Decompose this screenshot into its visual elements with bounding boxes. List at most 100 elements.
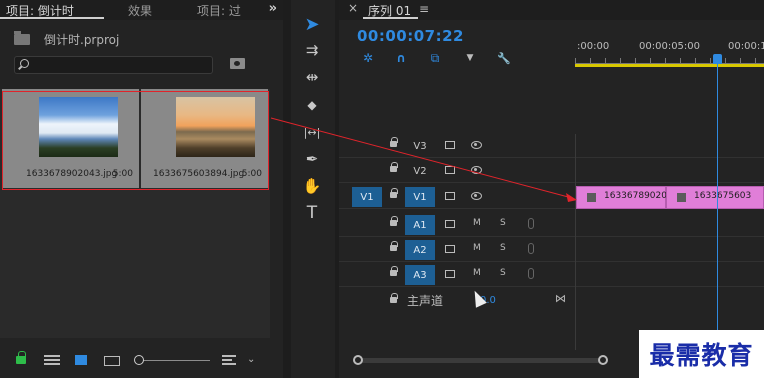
timeline-clip-label: 1633675603: [694, 191, 752, 201]
track-header-v3: V3: [339, 134, 575, 158]
project-panel: 项目: 倒计时 效果 项目: 过 » 倒计时.prproj 1633678902…: [0, 0, 283, 378]
project-folder-icon: [14, 31, 30, 45]
track-header-a3: A3 M S: [339, 263, 575, 287]
microphone-icon[interactable]: [528, 243, 534, 254]
new-search-bin-icon[interactable]: [230, 58, 245, 69]
sync-lock-icon[interactable]: [445, 245, 455, 253]
track-lane-v3[interactable]: [576, 134, 764, 158]
add-marker-icon[interactable]: ▼: [462, 50, 478, 66]
timeline-tab-bar: × 序列 01 ≡: [339, 0, 764, 20]
ruler-label: 00:00:1: [728, 41, 764, 52]
razor-tool-icon[interactable]: ◆: [301, 94, 323, 116]
lock-icon[interactable]: [390, 241, 398, 251]
snap-icon[interactable]: ∩: [393, 50, 409, 66]
lock-icon[interactable]: [390, 137, 398, 147]
active-tab-underline: [363, 17, 418, 19]
icon-view-icon[interactable]: [75, 355, 87, 365]
nest-icon[interactable]: ✲: [360, 50, 376, 66]
playhead-timecode[interactable]: 00:00:07:22: [357, 27, 464, 45]
work-area-bar[interactable]: [575, 64, 764, 67]
track-name[interactable]: A2: [405, 240, 435, 260]
eye-icon[interactable]: [471, 141, 482, 149]
premiere-window: 项目: 倒计时 效果 项目: 过 » 倒计时.prproj 1633678902…: [0, 0, 764, 378]
solo-button[interactable]: S: [500, 218, 506, 228]
project-file-name: 倒计时.prproj: [44, 33, 120, 47]
panel-menu-icon[interactable]: ≡: [419, 2, 429, 16]
selection-highlight-box: [2, 91, 269, 190]
sync-lock-icon[interactable]: [445, 270, 455, 278]
ruler-label: :00:00: [577, 41, 610, 52]
project-lock-icon[interactable]: [16, 351, 26, 364]
mute-button[interactable]: M: [473, 218, 481, 228]
lock-icon[interactable]: [390, 188, 398, 198]
lock-icon[interactable]: [390, 162, 398, 172]
project-search-input[interactable]: [14, 56, 213, 74]
timeline-panel: × 序列 01 ≡ 00:00:07:22 ✲ ∩ ⧉ ▼ 🔧 :00:00 0…: [339, 0, 764, 378]
timeline-clip-label: 16336789020: [604, 191, 667, 201]
tab-effects[interactable]: 效果: [128, 2, 152, 19]
sort-icons-icon[interactable]: [222, 355, 236, 365]
solo-button[interactable]: S: [500, 243, 506, 253]
linked-selection-icon[interactable]: ⧉: [427, 50, 443, 66]
track-lane-a2[interactable]: [576, 238, 764, 262]
eye-icon[interactable]: [471, 192, 482, 200]
bowtie-icon[interactable]: ⋈: [555, 292, 566, 305]
zoom-slider-handle[interactable]: [134, 355, 144, 365]
lock-icon[interactable]: [390, 216, 398, 226]
freeform-view-icon[interactable]: [104, 356, 120, 366]
tab-project-other[interactable]: 项目: 过: [197, 2, 241, 19]
type-tool-icon[interactable]: T: [301, 202, 323, 224]
track-name[interactable]: V2: [405, 161, 435, 181]
scrollbar-left-handle[interactable]: [353, 355, 363, 365]
source-patch-v1[interactable]: V1: [352, 187, 382, 207]
list-view-icon[interactable]: [44, 355, 60, 365]
search-icon: [20, 59, 29, 68]
track-header-a1: A1 M S: [339, 213, 575, 237]
thumbnail-zoom-slider[interactable]: [136, 360, 210, 361]
timeline-clip[interactable]: 1633675603: [666, 186, 764, 209]
track-select-tool-icon[interactable]: ⇉: [301, 39, 323, 61]
timeline-clip[interactable]: 16336789020: [576, 186, 667, 209]
mute-button[interactable]: M: [473, 268, 481, 278]
hand-tool-icon[interactable]: ✋: [301, 175, 323, 197]
track-header-v1: V1 V1: [339, 185, 575, 209]
track-name[interactable]: V1: [405, 187, 435, 207]
chevron-down-icon[interactable]: ⌄: [247, 354, 255, 365]
track-header-a2: A2 M S: [339, 238, 575, 262]
mute-button[interactable]: M: [473, 243, 481, 253]
active-tab-underline: [0, 17, 104, 19]
image-clip-icon: [677, 193, 686, 202]
sync-lock-icon[interactable]: [445, 141, 455, 149]
scrollbar-right-handle[interactable]: [598, 355, 608, 365]
watermark-logo: 最需教育: [639, 330, 764, 378]
microphone-icon[interactable]: [528, 268, 534, 279]
eye-icon[interactable]: [471, 166, 482, 174]
track-name[interactable]: A1: [405, 215, 435, 235]
more-panels-icon[interactable]: »: [269, 1, 277, 16]
project-tab-bar: 项目: 倒计时 效果 项目: 过 »: [0, 0, 283, 20]
ruler-label: 00:00:05:00: [639, 41, 701, 52]
tools-panel: ➤ ⇉ ⇹ ◆ |↔| ✒ ✋ T: [291, 0, 335, 378]
lock-icon[interactable]: [390, 266, 398, 276]
track-lane-a3[interactable]: [576, 263, 764, 287]
timeline-horizontal-scrollbar[interactable]: [353, 358, 605, 363]
settings-wrench-icon[interactable]: 🔧: [496, 50, 512, 66]
track-lane-a1[interactable]: [576, 213, 764, 237]
ripple-edit-tool-icon[interactable]: ⇹: [301, 66, 323, 88]
sync-lock-icon[interactable]: [445, 192, 455, 200]
microphone-icon[interactable]: [528, 218, 534, 229]
close-icon[interactable]: ×: [348, 1, 358, 15]
master-track-label: 主声道: [407, 294, 444, 308]
image-clip-icon: [587, 193, 596, 202]
track-name[interactable]: A3: [405, 265, 435, 285]
sync-lock-icon[interactable]: [445, 220, 455, 228]
selection-tool-icon[interactable]: ➤: [301, 13, 323, 35]
track-lane-v2[interactable]: [576, 159, 764, 183]
track-name[interactable]: V3: [405, 136, 435, 156]
track-header-v2: V2: [339, 159, 575, 183]
lock-icon[interactable]: [390, 293, 398, 303]
sync-lock-icon[interactable]: [445, 166, 455, 174]
slip-tool-icon[interactable]: |↔|: [301, 121, 323, 143]
solo-button[interactable]: S: [500, 268, 506, 278]
pen-tool-icon[interactable]: ✒: [301, 148, 323, 170]
